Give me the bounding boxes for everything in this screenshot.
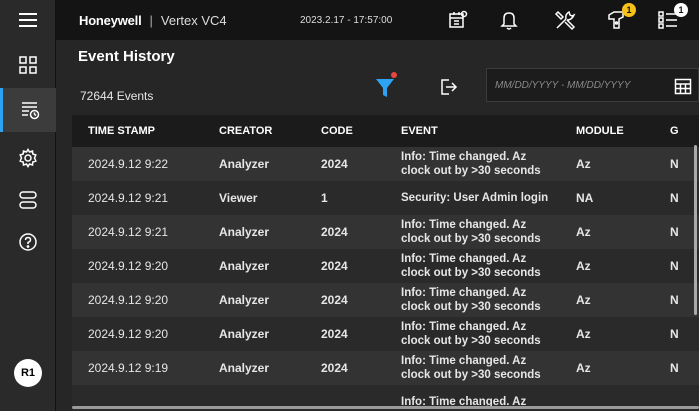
sidebar-item-devices[interactable] bbox=[0, 180, 56, 220]
hamburger-icon bbox=[19, 13, 37, 27]
table-row[interactable]: 2024.9.12 9:20 Analyzer 2024 Info: Time … bbox=[72, 249, 699, 283]
cell-timestamp: 2024.9.12 9:21 bbox=[72, 215, 203, 249]
alarm-count-badge: 1 bbox=[622, 3, 636, 17]
calendar-icon[interactable] bbox=[674, 77, 692, 95]
cell-code: 2024 bbox=[305, 351, 385, 385]
cell-timestamp: 2024.9.12 9:20 bbox=[72, 249, 203, 283]
cell-timestamp: 2024.9.12 9:20 bbox=[72, 283, 203, 317]
top-bar: Honeywell | Vertex VC4 2023.2.17 - 17:57… bbox=[56, 0, 699, 40]
table-row[interactable]: 2024.9.12 9:19 Analyzer 2024 Info: Time … bbox=[72, 351, 699, 385]
cell-event: Info: Time changed. Az clock out by >30 … bbox=[385, 215, 560, 249]
date-range-field[interactable] bbox=[486, 68, 699, 102]
cell-g: N bbox=[654, 147, 699, 181]
cell-code: 2024 bbox=[305, 283, 385, 317]
filter-icon bbox=[376, 72, 397, 97]
cell-module: Az bbox=[560, 317, 654, 351]
product-name: Vertex VC4 bbox=[160, 12, 227, 28]
sidebar: R1 bbox=[0, 0, 56, 411]
avatar[interactable]: R1 bbox=[14, 359, 42, 387]
event-table: TIME STAMP CREATOR CODE EVENT MODULE G 2… bbox=[72, 115, 699, 411]
cell-module: Az bbox=[560, 283, 654, 317]
table-row[interactable]: 2024.9.12 9:20 Analyzer 2024 Info: Time … bbox=[72, 317, 699, 351]
cell-g: N bbox=[654, 215, 699, 249]
cell-creator: Analyzer bbox=[203, 249, 305, 283]
table-row[interactable]: 2024.9.12 9:22 Analyzer 2024 Info: Time … bbox=[72, 147, 699, 181]
cell-event: Security: User Admin login bbox=[385, 181, 560, 215]
cell-module: Az bbox=[560, 351, 654, 385]
cell-g: N bbox=[654, 283, 699, 317]
cell-code: 2024 bbox=[305, 317, 385, 351]
column-header-creator[interactable]: CREATOR bbox=[203, 115, 305, 147]
cell-creator: Analyzer bbox=[203, 351, 305, 385]
system-datetime: 2023.2.17 - 17:57:00 bbox=[300, 14, 393, 26]
calendar-settings-button[interactable] bbox=[446, 8, 470, 32]
column-header-module[interactable]: MODULE bbox=[560, 115, 654, 147]
cell-g: N bbox=[654, 249, 699, 283]
cell-g: N bbox=[654, 351, 699, 385]
filter-button[interactable] bbox=[374, 71, 400, 104]
horizontal-scrollbar[interactable] bbox=[72, 406, 699, 409]
cell-creator: Analyzer bbox=[203, 215, 305, 249]
event-history-panel: Event History 72644 Events TIME STAMP CR… bbox=[56, 40, 699, 411]
brand-logo: Honeywell bbox=[79, 12, 142, 28]
alarms-button[interactable]: 1 bbox=[604, 3, 636, 32]
cell-code: 1 bbox=[305, 181, 385, 215]
export-icon bbox=[441, 79, 458, 95]
notifications-button[interactable] bbox=[497, 8, 521, 32]
cell-creator: Viewer bbox=[203, 181, 305, 215]
server-icon bbox=[19, 191, 37, 209]
sidebar-item-help[interactable] bbox=[0, 222, 56, 262]
cell-module: Az bbox=[560, 249, 654, 283]
sidebar-item-event-history[interactable] bbox=[0, 88, 56, 132]
date-range-input[interactable] bbox=[495, 79, 655, 91]
page-title: Event History bbox=[78, 48, 175, 65]
cell-code: 2024 bbox=[305, 249, 385, 283]
cell-event: Info: Time changed. Az clock out by >30 … bbox=[385, 283, 560, 317]
cell-g: N bbox=[654, 317, 699, 351]
table-header-row: TIME STAMP CREATOR CODE EVENT MODULE G bbox=[72, 115, 699, 147]
menu-button[interactable] bbox=[0, 0, 56, 40]
task-count-badge: 1 bbox=[674, 3, 688, 17]
cell-event: Info: Time changed. Az clock out by >30 … bbox=[385, 147, 560, 181]
calendar-gear-icon bbox=[449, 10, 468, 28]
event-count: 72644 Events bbox=[80, 89, 154, 103]
cell-g: N bbox=[654, 181, 699, 215]
cell-code: 2024 bbox=[305, 215, 385, 249]
cell-code: 2024 bbox=[305, 147, 385, 181]
vertical-scrollbar[interactable] bbox=[694, 145, 697, 315]
cell-timestamp: 2024.9.12 9:22 bbox=[72, 147, 203, 181]
gear-icon bbox=[19, 148, 37, 168]
table-row[interactable]: 2024.9.12 9:21 Viewer 1 Security: User A… bbox=[72, 181, 699, 215]
column-header-g[interactable]: G bbox=[654, 115, 699, 147]
task-list-button[interactable]: 1 bbox=[656, 3, 688, 32]
brand-separator: | bbox=[149, 12, 153, 28]
column-header-event[interactable]: EVENT bbox=[385, 115, 560, 147]
cell-timestamp: 2024.9.12 9:21 bbox=[72, 181, 203, 215]
sidebar-item-dashboard[interactable] bbox=[0, 45, 56, 85]
cell-module: Az bbox=[560, 215, 654, 249]
cell-timestamp: 2024.9.12 9:20 bbox=[72, 317, 203, 351]
table-row[interactable]: 2024.9.12 9:20 Analyzer 2024 Info: Time … bbox=[72, 283, 699, 317]
export-button[interactable] bbox=[439, 77, 459, 102]
cell-creator: Analyzer bbox=[203, 147, 305, 181]
event-list-icon bbox=[21, 102, 39, 120]
cell-event: Info: Time changed. Az clock out by >30 … bbox=[385, 317, 560, 351]
grid-icon bbox=[19, 56, 37, 74]
cell-timestamp: 2024.9.12 9:19 bbox=[72, 351, 203, 385]
column-header-code[interactable]: CODE bbox=[305, 115, 385, 147]
column-header-timestamp[interactable]: TIME STAMP bbox=[72, 115, 203, 147]
cell-event: Info: Time changed. Az clock out by >30 … bbox=[385, 249, 560, 283]
cell-creator: Analyzer bbox=[203, 283, 305, 317]
sidebar-item-settings[interactable] bbox=[0, 138, 56, 178]
cell-module: Az bbox=[560, 147, 654, 181]
table-row[interactable]: 2024.9.12 9:21 Analyzer 2024 Info: Time … bbox=[72, 215, 699, 249]
cell-creator: Analyzer bbox=[203, 317, 305, 351]
tools-icon bbox=[554, 10, 576, 31]
tools-button[interactable] bbox=[553, 8, 577, 32]
bell-icon bbox=[500, 12, 518, 30]
cell-event: Info: Time changed. Az clock out by >30 … bbox=[385, 351, 560, 385]
help-icon bbox=[19, 233, 37, 251]
cell-module: NA bbox=[560, 181, 654, 215]
